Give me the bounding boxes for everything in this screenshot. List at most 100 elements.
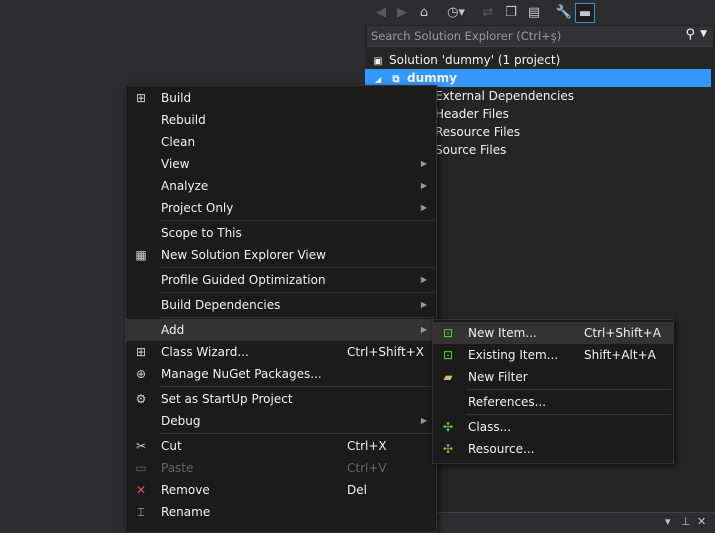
menu-item-label: Clean (161, 135, 196, 149)
menu-item-label: Debug (161, 414, 201, 428)
tree-solution[interactable]: ▣ Solution 'dummy' (1 project) (371, 51, 560, 69)
menu-separator (466, 414, 671, 415)
submenu-item-resource[interactable]: ✣ Resource... (433, 438, 673, 460)
add-submenu: ⊡ New Item... Ctrl+Shift+A ⊡ Existing It… (432, 319, 674, 464)
submenu-arrow-icon: ▶ (420, 300, 427, 309)
menu-item-rebuild[interactable]: Rebuild (126, 109, 436, 131)
back-icon[interactable]: ◀ (372, 3, 390, 21)
folder-icon: ▰ (443, 370, 453, 384)
menu-item-paste[interactable]: ▭ Paste Ctrl+V (126, 457, 436, 479)
menu-item-manage-nuget[interactable]: ⊕ Manage NuGet Packages... (126, 363, 436, 385)
forward-icon[interactable]: ▶ (393, 3, 411, 21)
submenu-item-references[interactable]: References... (433, 391, 673, 413)
menu-item-debug[interactable]: Debug ▶ (126, 410, 436, 432)
tree-folder[interactable]: Header Files (435, 105, 509, 123)
menu-separator (159, 292, 434, 293)
submenu-arrow-icon: ▶ (420, 181, 427, 190)
menu-item-label: Scope to This (161, 226, 242, 240)
solution-explorer-toolbar: ◀ ▶ ⌂ ◷▾ ⇄ ❐ ▤ 🔧 ▬ (365, 0, 715, 25)
menu-item-cut[interactable]: ✂ Cut Ctrl+X (126, 435, 436, 457)
menu-item-shortcut: Ctrl+Shift+X (347, 345, 424, 359)
menu-item-class-wizard[interactable]: ⊞ Class Wizard... Ctrl+Shift+X (126, 341, 436, 363)
new-view-icon: ▦ (135, 248, 147, 262)
submenu-arrow-icon: ▶ (420, 325, 427, 334)
tree-folder[interactable]: External Dependencies (435, 87, 574, 105)
menu-item-label: New Item... (468, 326, 537, 340)
menu-item-label: Paste (161, 461, 194, 475)
menu-item-profile-guided-optimization[interactable]: Profile Guided Optimization ▶ (126, 269, 436, 291)
nuget-icon: ⊕ (135, 367, 147, 381)
paste-icon: ▭ (135, 461, 147, 475)
menu-item-new-solution-explorer-view[interactable]: ▦ New Solution Explorer View (126, 244, 436, 266)
menu-item-label: Rename (161, 505, 211, 519)
menu-separator (159, 433, 434, 434)
history-icon[interactable]: ◷▾ (447, 3, 465, 21)
menu-item-shortcut: Shift+Alt+A (584, 348, 656, 362)
preview-icon[interactable]: ▬ (575, 3, 595, 23)
menu-item-set-startup[interactable]: ⚙ Set as StartUp Project (126, 388, 436, 410)
menu-item-build-dependencies[interactable]: Build Dependencies ▶ (126, 294, 436, 316)
sync-icon[interactable]: ⇄ (479, 3, 497, 21)
menu-item-label: Existing Item... (468, 348, 559, 362)
menu-item-project-only[interactable]: Project Only ▶ (126, 197, 436, 219)
menu-item-label: Analyze (161, 179, 209, 193)
search-box[interactable]: Search Solution Explorer (Ctrl+ş) ⚲ ▼ (367, 26, 713, 47)
new-item-icon: ⊡ (442, 326, 454, 340)
gear-icon: ⚙ (135, 392, 147, 406)
submenu-arrow-icon: ▶ (420, 416, 427, 425)
menu-separator (159, 267, 434, 268)
submenu-item-new-filter[interactable]: ▰ New Filter (433, 366, 673, 388)
menu-item-label: Project Only (161, 201, 234, 215)
menu-item-label: Remove (161, 483, 210, 497)
menu-item-remove[interactable]: ✕ Remove Del (126, 479, 436, 501)
properties-icon[interactable]: 🔧 (555, 3, 573, 21)
class-icon: ✣ (442, 420, 454, 434)
existing-item-icon: ⊡ (442, 348, 454, 362)
menu-item-label: Resource... (468, 442, 535, 456)
submenu-item-new-item[interactable]: ⊡ New Item... Ctrl+Shift+A (433, 322, 673, 344)
menu-item-analyze[interactable]: Analyze ▶ (126, 175, 436, 197)
menu-item-add[interactable]: Add ▶ (126, 319, 436, 341)
menu-item-shortcut: Ctrl+V (347, 461, 387, 475)
submenu-item-class[interactable]: ✣ Class... (433, 416, 673, 438)
submenu-arrow-icon: ▶ (420, 159, 427, 168)
menu-item-shortcut: Ctrl+X (347, 439, 387, 453)
menu-item-clean[interactable]: Clean (126, 131, 436, 153)
menu-item-label: Add (161, 323, 185, 337)
dropdown-icon[interactable]: ▾ (665, 515, 671, 528)
submenu-arrow-icon: ▶ (420, 203, 427, 212)
menu-item-label: View (161, 157, 190, 171)
build-icon: ⊞ (135, 91, 147, 105)
menu-item-label: Rebuild (161, 113, 206, 127)
menu-separator (466, 389, 671, 390)
menu-separator (159, 317, 434, 318)
show-all-files-icon[interactable]: ▤ (525, 3, 543, 21)
rename-icon: ⌶ (137, 505, 145, 519)
collapse-all-icon[interactable]: ❐ (502, 3, 520, 21)
menu-item-view[interactable]: View ▶ (126, 153, 436, 175)
menu-item-scope-to-this[interactable]: Scope to This (126, 222, 436, 244)
class-wizard-icon: ⊞ (135, 345, 147, 359)
menu-item-rename[interactable]: ⌶ Rename (126, 501, 436, 523)
menu-item-label: Cut (161, 439, 182, 453)
tree-project-label: dummy (407, 71, 457, 85)
menu-item-build[interactable]: ⊞ Build (126, 87, 436, 109)
menu-item-label: Manage NuGet Packages... (161, 367, 322, 381)
home-icon[interactable]: ⌂ (415, 3, 433, 21)
menu-separator (159, 386, 434, 387)
context-menu: ⊞ Build Rebuild Clean View ▶ Analyze ▶ P… (125, 85, 437, 533)
close-icon[interactable]: ✕ (697, 515, 706, 528)
submenu-item-existing-item[interactable]: ⊡ Existing Item... Shift+Alt+A (433, 344, 673, 366)
menu-item-label: New Solution Explorer View (161, 248, 326, 262)
tree-folder[interactable]: Source Files (435, 141, 506, 159)
tree-solution-label: Solution 'dummy' (1 project) (389, 53, 561, 67)
search-input[interactable]: Search Solution Explorer (Ctrl+ş) (371, 29, 561, 43)
remove-icon: ✕ (135, 483, 147, 497)
search-icon[interactable]: ⚲ (685, 27, 695, 42)
menu-item-label: Profile Guided Optimization (161, 273, 326, 287)
menu-item-label: Set as StartUp Project (161, 392, 293, 406)
pin-icon[interactable]: ⊥ (681, 515, 691, 528)
search-options-icon[interactable]: ▼ (700, 29, 707, 39)
tree-folder[interactable]: Resource Files (435, 123, 520, 141)
menu-item-label: Class Wizard... (161, 345, 249, 359)
